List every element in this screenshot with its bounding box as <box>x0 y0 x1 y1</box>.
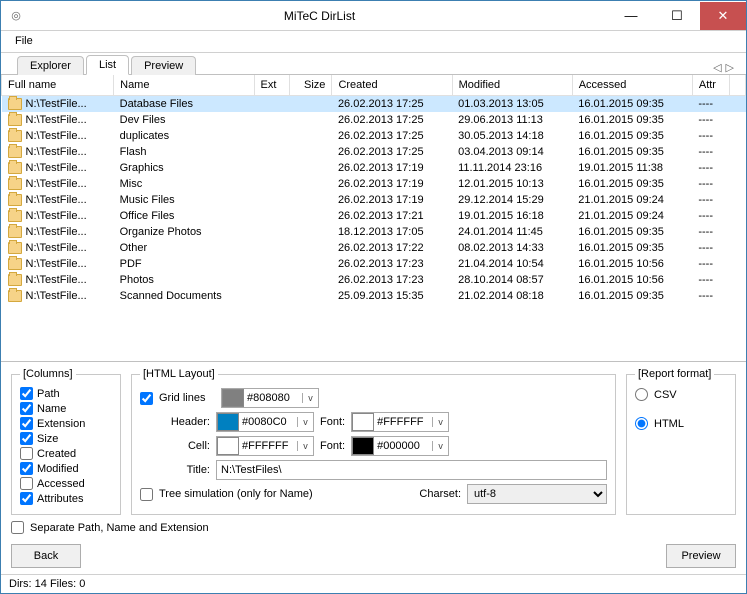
chk-accessed[interactable] <box>20 477 33 490</box>
table-row[interactable]: N:\TestFile...Dev Files26.02.2013 17:252… <box>2 112 746 128</box>
tab-bar: Explorer List Preview ◁ ▷ <box>1 53 746 75</box>
titlebar: ◎ MiTeC DirList — ☐ ✕ <box>1 1 746 31</box>
maximize-button[interactable]: ☐ <box>654 2 700 30</box>
table-row[interactable]: N:\TestFile...duplicates26.02.2013 17:25… <box>2 128 746 144</box>
table-row[interactable]: N:\TestFile...Flash26.02.2013 17:2503.04… <box>2 144 746 160</box>
swatch-header-font <box>352 413 374 431</box>
tab-explorer[interactable]: Explorer <box>17 56 84 75</box>
swatch-cell <box>217 437 239 455</box>
table-row[interactable]: N:\TestFile...Office Files26.02.2013 17:… <box>2 208 746 224</box>
table-row[interactable]: N:\TestFile...Photos26.02.2013 17:2328.1… <box>2 272 746 288</box>
chk-extension[interactable] <box>20 417 33 430</box>
title-input[interactable] <box>216 460 607 480</box>
tab-scroll-right-icon[interactable]: ▷ <box>726 61 734 74</box>
gridlines-color[interactable] <box>244 392 302 404</box>
columns-group: [Columns] Path Name Extension Size Creat… <box>11 368 121 515</box>
table-row[interactable]: N:\TestFile...Other26.02.2013 17:2208.02… <box>2 240 746 256</box>
table-row[interactable]: N:\TestFile...Organize Photos18.12.2013 … <box>2 224 746 240</box>
chk-separate[interactable] <box>11 521 24 534</box>
file-list[interactable]: Full name Name Ext Size Created Modified… <box>1 75 746 362</box>
folder-icon <box>8 194 22 206</box>
swatch-header <box>217 413 239 431</box>
status-bar: Dirs: 14 Files: 0 <box>1 574 746 593</box>
folder-icon <box>8 242 22 254</box>
charset-select[interactable]: utf-8 <box>467 484 607 504</box>
col-attr[interactable]: Attr <box>692 75 729 96</box>
tab-preview[interactable]: Preview <box>131 56 196 75</box>
minimize-button[interactable]: — <box>608 2 654 30</box>
report-format-group: [Report format] CSV HTML <box>626 368 736 515</box>
chk-attributes[interactable] <box>20 492 33 505</box>
folder-icon <box>8 210 22 222</box>
header-font-color[interactable] <box>374 416 432 428</box>
folder-icon <box>8 178 22 190</box>
folder-icon <box>8 290 22 302</box>
menubar: File <box>1 31 746 53</box>
folder-icon <box>8 258 22 270</box>
chk-modified[interactable] <box>20 462 33 475</box>
chk-size[interactable] <box>20 432 33 445</box>
folder-icon <box>8 130 22 142</box>
col-size[interactable]: Size <box>290 75 332 96</box>
chk-created[interactable] <box>20 447 33 460</box>
swatch-cell-font <box>352 437 374 455</box>
col-fullname[interactable]: Full name <box>2 75 114 96</box>
tab-list[interactable]: List <box>86 55 129 75</box>
table-row[interactable]: N:\TestFile...Graphics26.02.2013 17:1911… <box>2 160 746 176</box>
folder-icon <box>8 114 22 126</box>
folder-icon <box>8 98 22 110</box>
window-title: MiTeC DirList <box>31 9 608 23</box>
folder-icon <box>8 146 22 158</box>
table-row[interactable]: N:\TestFile...PDF26.02.2013 17:2321.04.2… <box>2 256 746 272</box>
html-layout-group: [HTML Layout] Grid lines v Header: v Fon… <box>131 368 616 515</box>
table-row[interactable]: N:\TestFile...Database Files26.02.2013 1… <box>2 96 746 113</box>
col-name[interactable]: Name <box>114 75 254 96</box>
col-modified[interactable]: Modified <box>452 75 572 96</box>
radio-html[interactable] <box>635 417 648 430</box>
table-row[interactable]: N:\TestFile...Music Files26.02.2013 17:1… <box>2 192 746 208</box>
cell-font-color[interactable] <box>374 440 432 452</box>
preview-button[interactable]: Preview <box>666 544 736 568</box>
close-button[interactable]: ✕ <box>700 2 746 30</box>
table-row[interactable]: N:\TestFile...Misc26.02.2013 17:1912.01.… <box>2 176 746 192</box>
col-created[interactable]: Created <box>332 75 452 96</box>
tab-scroll-left-icon[interactable]: ◁ <box>713 61 721 74</box>
table-row[interactable]: N:\TestFile...Scanned Documents25.09.201… <box>2 288 746 304</box>
chk-path[interactable] <box>20 387 33 400</box>
chk-name[interactable] <box>20 402 33 415</box>
folder-icon <box>8 226 22 238</box>
header-color[interactable] <box>239 416 297 428</box>
radio-csv[interactable] <box>635 388 648 401</box>
app-icon: ◎ <box>1 9 31 22</box>
dropdown-icon[interactable]: v <box>302 393 318 403</box>
folder-icon <box>8 162 22 174</box>
swatch-gridlines <box>222 389 244 407</box>
cell-color[interactable] <box>239 440 297 452</box>
menu-file[interactable]: File <box>9 33 39 49</box>
back-button[interactable]: Back <box>11 544 81 568</box>
col-accessed[interactable]: Accessed <box>572 75 692 96</box>
folder-icon <box>8 274 22 286</box>
chk-treesim[interactable] <box>140 488 153 501</box>
col-ext[interactable]: Ext <box>254 75 290 96</box>
chk-gridlines[interactable] <box>140 392 153 405</box>
